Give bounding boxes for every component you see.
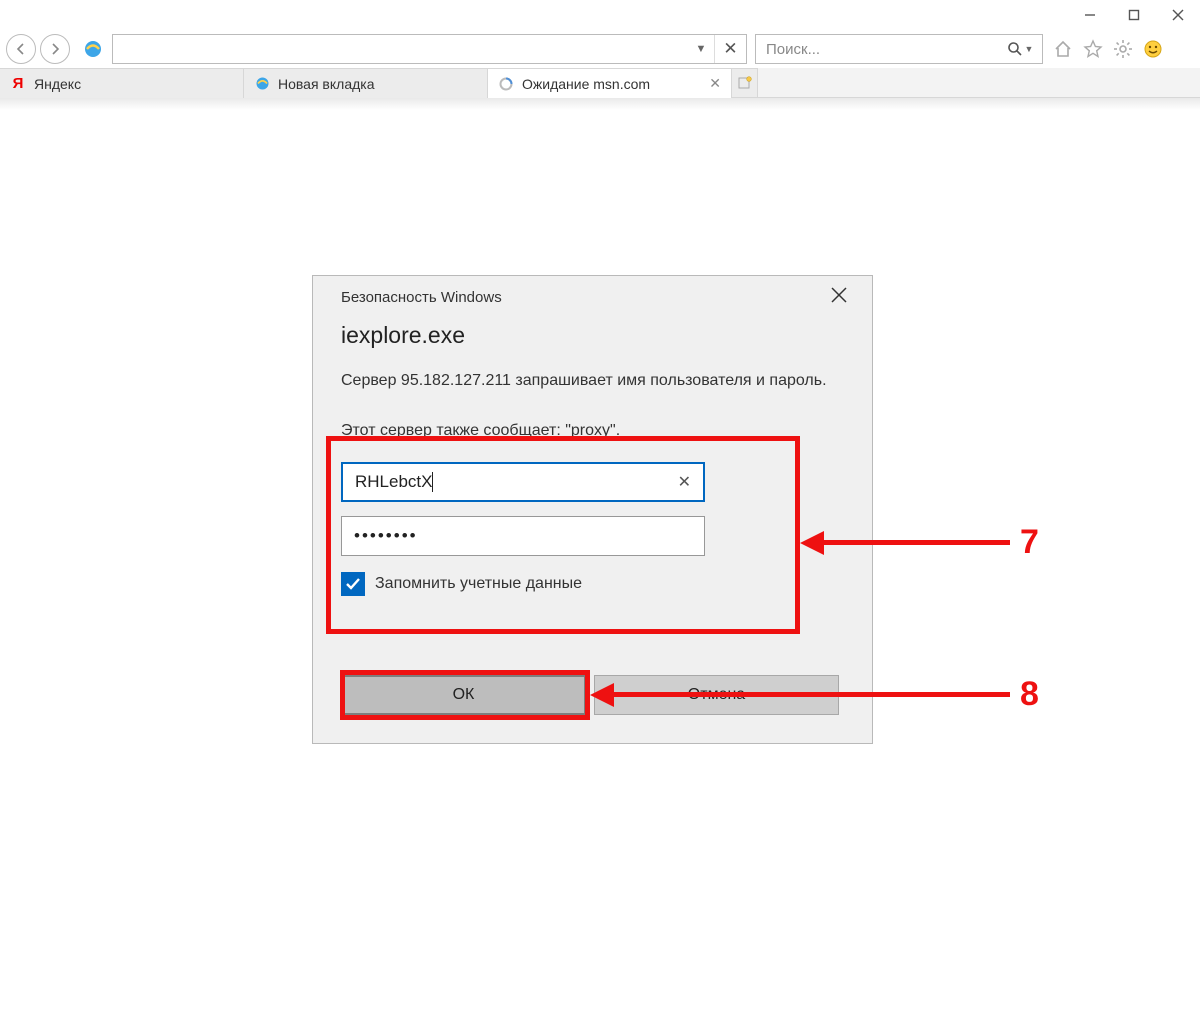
tab-yandex[interactable]: Я Яндекс	[0, 68, 244, 98]
new-tab-button[interactable]	[732, 68, 758, 97]
star-icon	[1083, 39, 1103, 59]
minimize-icon	[1084, 9, 1096, 21]
minimize-button[interactable]	[1068, 0, 1112, 30]
stop-refresh-button[interactable]: ✕	[714, 35, 746, 63]
dialog-title: Безопасность Windows	[341, 289, 502, 306]
search-button[interactable]: ▼	[998, 41, 1042, 57]
search-icon	[1007, 41, 1023, 57]
tab-strip: Я Яндекс Новая вкладка Ожидание msn.com …	[0, 68, 1200, 98]
annotation-number-7: 7	[1020, 523, 1039, 562]
maximize-button[interactable]	[1112, 0, 1156, 30]
tab-close-button[interactable]: ✕	[709, 75, 721, 92]
close-icon	[1172, 9, 1184, 21]
annotation-box-credentials	[326, 436, 800, 634]
dialog-header: Безопасность Windows	[313, 276, 872, 318]
close-window-button[interactable]	[1156, 0, 1200, 30]
tab-label: Ожидание msn.com	[522, 76, 650, 92]
arrow-left-icon	[14, 42, 28, 56]
home-icon	[1053, 39, 1073, 59]
toolbar-icons	[1051, 37, 1165, 61]
new-tab-icon	[738, 76, 752, 90]
annotation-arrow-8	[610, 692, 1010, 697]
back-button[interactable]	[6, 34, 36, 64]
ie-logo-icon	[80, 36, 106, 62]
annotation-number-8: 8	[1020, 675, 1039, 714]
annotation-arrowhead-8	[590, 683, 614, 707]
tab-label: Яндекс	[34, 76, 81, 92]
emoji-button[interactable]	[1141, 37, 1165, 61]
search-input[interactable]	[756, 41, 998, 58]
maximize-icon	[1128, 9, 1140, 21]
dialog-close-button[interactable]	[824, 286, 854, 309]
forward-button[interactable]	[40, 34, 70, 64]
window-controls	[1068, 0, 1200, 30]
loading-spinner-icon	[498, 76, 514, 92]
arrow-right-icon	[48, 42, 62, 56]
tab-new[interactable]: Новая вкладка	[244, 68, 488, 98]
home-button[interactable]	[1051, 37, 1075, 61]
tab-label: Новая вкладка	[278, 76, 375, 92]
yandex-favicon-icon: Я	[10, 76, 26, 92]
close-icon	[831, 287, 847, 303]
annotation-arrow-7	[820, 540, 1010, 545]
smiley-icon	[1143, 39, 1163, 59]
ie-favicon-icon	[254, 76, 270, 92]
search-box: ▼	[755, 34, 1043, 64]
dialog-app-name: iexplore.exe	[341, 322, 844, 349]
annotation-box-ok	[340, 670, 590, 720]
settings-button[interactable]	[1111, 37, 1135, 61]
tab-strip-shadow	[0, 98, 1200, 110]
gear-icon	[1113, 39, 1133, 59]
navigation-row: ▼ ✕ ▼	[0, 30, 1200, 68]
address-bar[interactable]: ▼ ✕	[112, 34, 747, 64]
dialog-message: Сервер 95.182.127.211 запрашивает имя по…	[341, 369, 844, 392]
annotation-arrowhead-7	[800, 531, 824, 555]
tab-msn-loading[interactable]: Ожидание msn.com ✕	[488, 68, 732, 98]
address-dropdown-icon[interactable]: ▼	[688, 43, 714, 55]
favorites-button[interactable]	[1081, 37, 1105, 61]
